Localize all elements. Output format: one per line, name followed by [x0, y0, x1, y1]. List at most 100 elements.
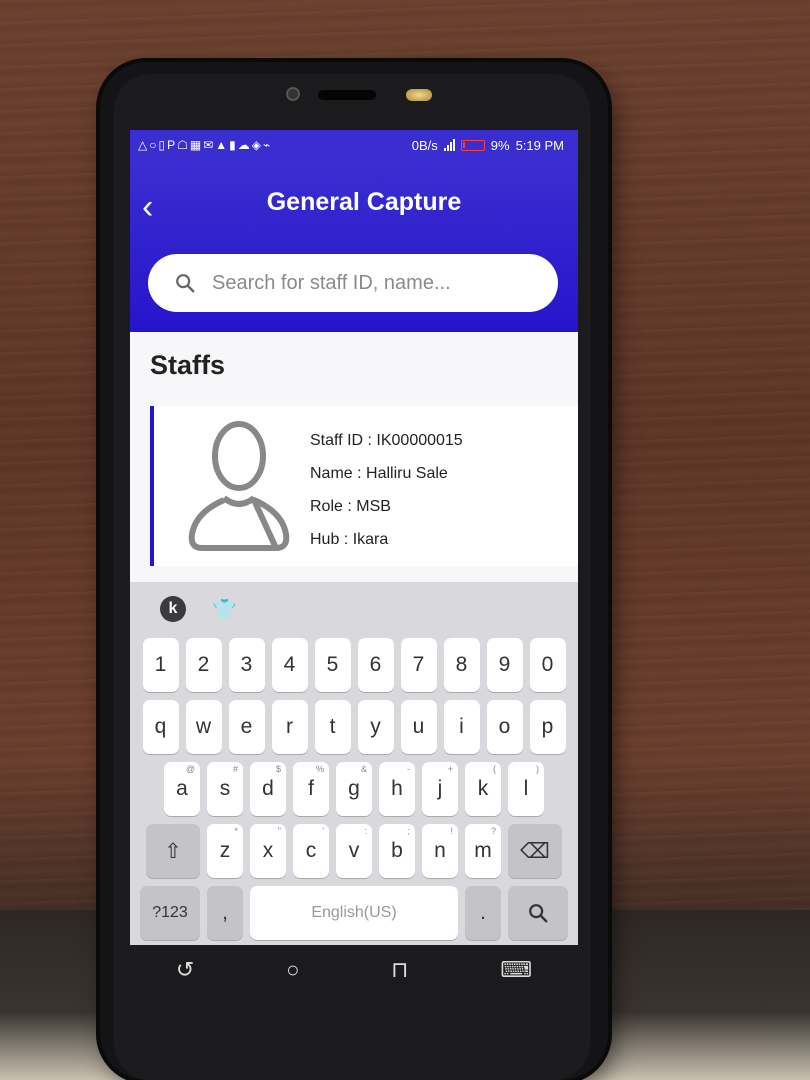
key[interactable]: & g	[336, 762, 372, 816]
staff-card[interactable]: Staff ID : IK00000015 Name : Halliru Sal…	[150, 406, 578, 566]
staff-list: Staffs Staff ID : IK00000015 Name : Hall…	[130, 332, 578, 582]
key-alt: @	[185, 764, 195, 774]
key[interactable]: y	[357, 700, 394, 754]
key[interactable]: 7	[400, 638, 437, 692]
staff-hub: Hub : Ikara	[310, 531, 389, 548]
key-label: c	[305, 839, 317, 862]
key[interactable]: 4	[271, 638, 308, 692]
key[interactable]: :v	[336, 824, 372, 878]
key[interactable]: 9	[486, 638, 523, 692]
front-flash	[406, 89, 432, 101]
key[interactable]: 0	[529, 638, 566, 692]
staff-info: Staff ID : IK00000015 Name : Halliru Sal…	[310, 424, 463, 556]
app-screen: △○▯P☖▦✉▲▮☁◈⌁ 0B/s 9% 5:19 PM ‹ General C…	[130, 130, 578, 945]
system-nav-bar: ↺ ○ ⊓ ⌨	[130, 945, 578, 995]
key-alt: :	[364, 826, 367, 836]
search-key[interactable]	[508, 886, 568, 940]
key[interactable]: p	[529, 700, 566, 754]
key-label: m	[474, 839, 492, 862]
key-alt: '	[322, 826, 324, 836]
shift-key[interactable]: ⇧	[146, 824, 200, 878]
key-label: b	[391, 839, 403, 862]
page-title: General Capture	[266, 188, 462, 216]
key[interactable]: # s	[207, 762, 243, 816]
key[interactable]: (k	[465, 762, 501, 816]
key-alt: )	[536, 764, 539, 774]
soft-keyboard: k 👕 1 2 3 4 5 6 7 8 9 0 q w e r t y u i …	[130, 582, 578, 945]
period-key[interactable]: .	[465, 886, 501, 940]
app-header: ‹ General Capture Search for staff ID, n…	[130, 160, 578, 332]
key-label: k	[477, 777, 489, 800]
clock: 5:19 PM	[515, 137, 564, 153]
bottom-row: ?123 , English(US) .	[138, 886, 570, 940]
key[interactable]: u	[400, 700, 437, 754]
key[interactable]: % f	[293, 762, 329, 816]
key[interactable]: -h	[379, 762, 415, 816]
number-row: 1 2 3 4 5 6 7 8 9 0	[138, 638, 570, 692]
staff-name: Name : Halliru Sale	[310, 465, 448, 482]
home-nav-icon[interactable]: ○	[286, 957, 299, 983]
key[interactable]: ? m	[465, 824, 501, 878]
backspace-key[interactable]: ⌫	[508, 824, 562, 878]
key-alt: !	[450, 826, 453, 836]
key[interactable]: @ a	[164, 762, 200, 816]
search-icon	[529, 904, 548, 923]
key-alt: #	[232, 764, 238, 774]
back-nav-icon[interactable]: ↺	[176, 957, 194, 983]
key[interactable]: e	[228, 700, 265, 754]
key[interactable]: ; b	[379, 824, 415, 878]
key[interactable]: 6	[357, 638, 394, 692]
key-label: a	[176, 777, 188, 800]
key[interactable]: * z	[207, 824, 243, 878]
key-label: d	[262, 777, 274, 800]
key-label: g	[348, 777, 360, 800]
key[interactable]: ! n	[422, 824, 458, 878]
search-input[interactable]: Search for staff ID, name...	[148, 254, 558, 312]
backspace-icon: ⌫	[520, 839, 550, 863]
key[interactable]: q	[142, 700, 179, 754]
key[interactable]: 2	[185, 638, 222, 692]
keyboard-switch-icon[interactable]: ⌨	[500, 957, 532, 983]
key[interactable]: 3	[228, 638, 265, 692]
key-label: s	[219, 777, 231, 800]
space-key[interactable]: English(US)	[250, 886, 458, 940]
key[interactable]: ) l	[508, 762, 544, 816]
key[interactable]: w	[185, 700, 222, 754]
signal-icon	[443, 139, 455, 151]
letter-row-1: q w e r t y u i o p	[138, 700, 570, 754]
key-alt: +	[447, 764, 453, 774]
key-label: v	[348, 839, 360, 862]
key[interactable]: ' c	[293, 824, 329, 878]
section-title: Staffs	[150, 350, 226, 380]
status-right: 0B/s 9% 5:19 PM	[412, 138, 564, 153]
key[interactable]: 1	[142, 638, 179, 692]
key[interactable]: r	[271, 700, 308, 754]
key-label: x	[262, 839, 274, 862]
key-label: j	[437, 777, 443, 800]
notification-icons: △○▯P☖▦✉▲▮☁◈⌁	[138, 138, 273, 152]
key[interactable]: " x	[250, 824, 286, 878]
keyboard-logo-icon[interactable]: k	[160, 596, 186, 622]
keyboard-toolbar: k 👕	[138, 588, 570, 630]
key[interactable]: o	[486, 700, 523, 754]
key[interactable]: t	[314, 700, 351, 754]
shift-icon: ⇧	[164, 839, 182, 863]
search-icon	[176, 274, 195, 293]
theme-icon[interactable]: 👕	[212, 597, 237, 622]
key-alt: *	[234, 826, 238, 836]
search-placeholder: Search for staff ID, name...	[212, 271, 451, 294]
symbols-key[interactable]: ?123	[140, 886, 200, 940]
key-alt: $	[275, 764, 281, 774]
comma-key[interactable]: ,	[207, 886, 243, 940]
staff-role: Role : MSB	[310, 498, 391, 515]
key[interactable]: i	[443, 700, 480, 754]
key[interactable]: 5	[314, 638, 351, 692]
recents-nav-icon[interactable]: ⊓	[391, 957, 408, 983]
key[interactable]: 8	[443, 638, 480, 692]
user-avatar-icon	[188, 421, 290, 551]
key[interactable]: $ d	[250, 762, 286, 816]
staff-id: Staff ID : IK00000015	[310, 432, 463, 449]
key[interactable]: + j	[422, 762, 458, 816]
key-label: z	[219, 839, 231, 862]
key-label: f	[308, 777, 314, 800]
